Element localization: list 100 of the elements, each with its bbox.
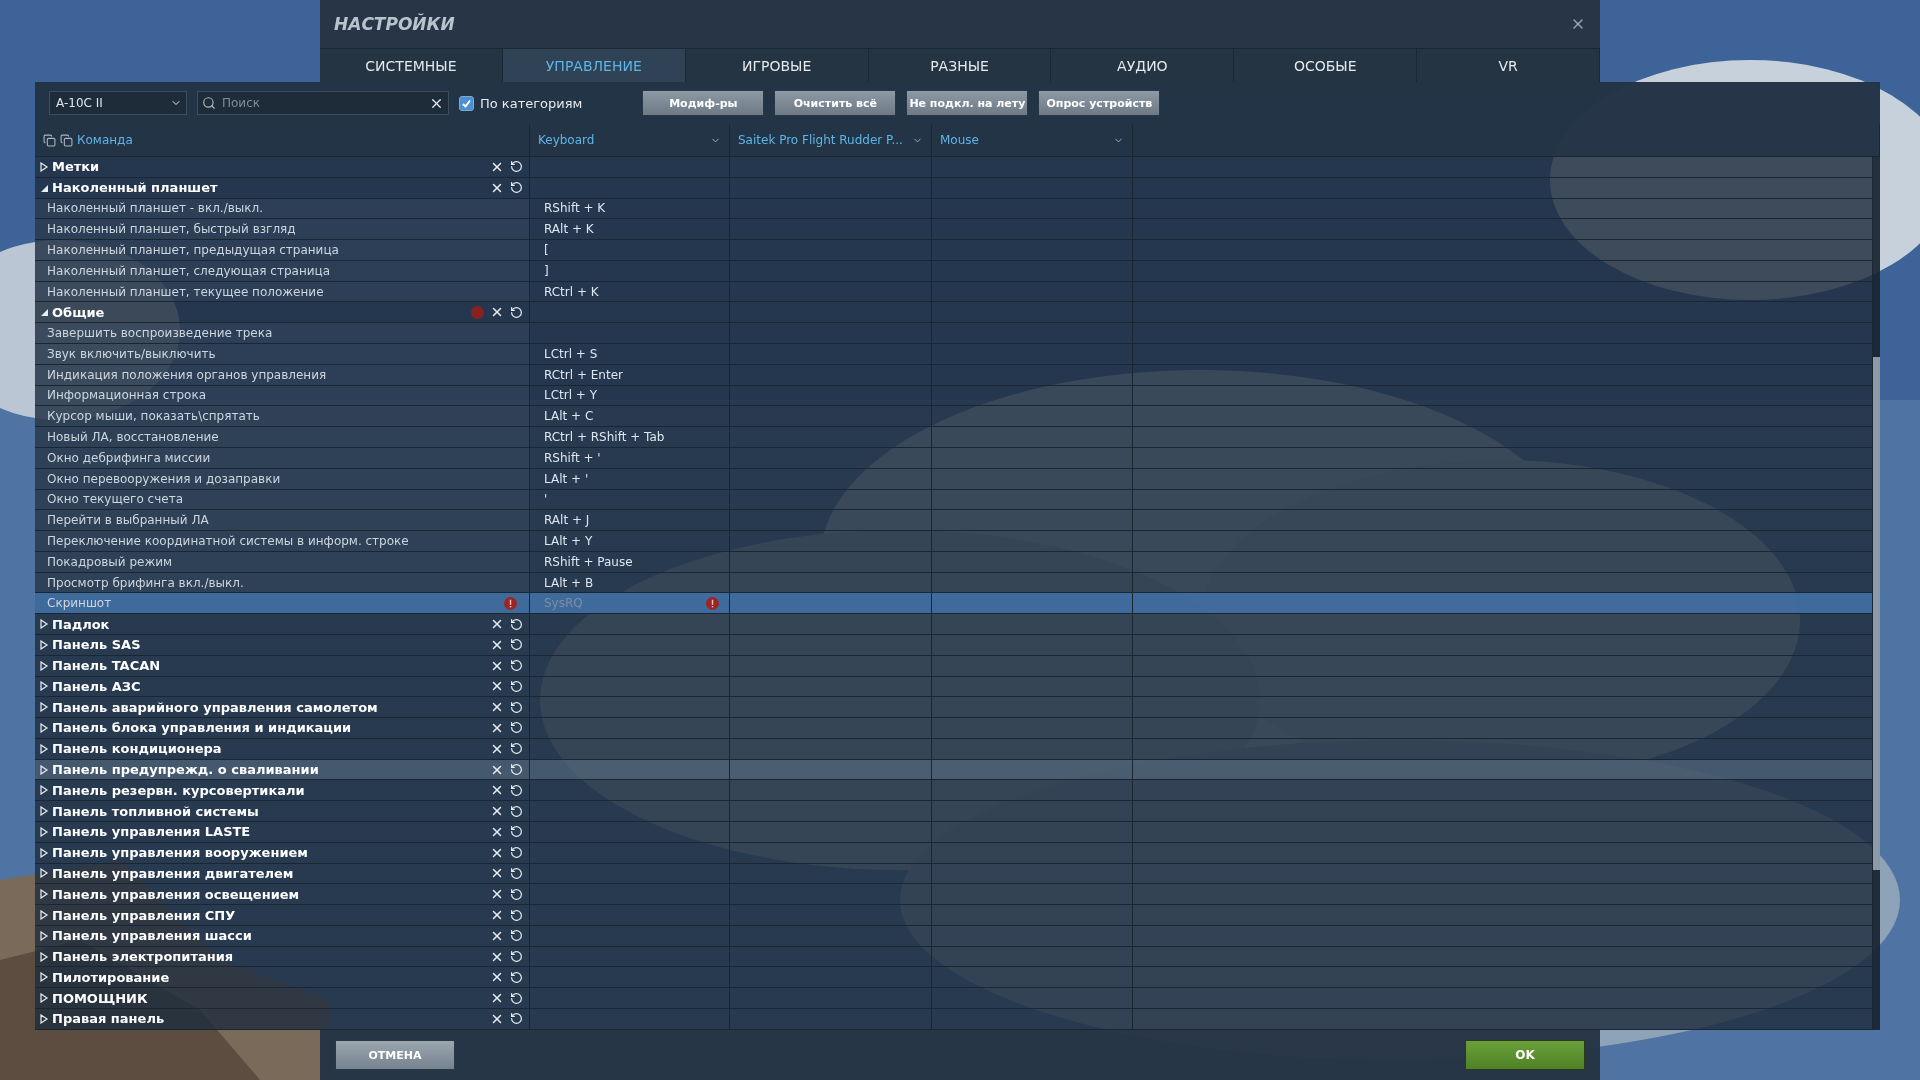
category-row[interactable]: Панель SAS bbox=[35, 634, 1873, 656]
clear-icon[interactable] bbox=[490, 908, 504, 922]
expand-arrow-icon[interactable] bbox=[39, 639, 49, 650]
column-header[interactable]: Mouse bbox=[940, 133, 1124, 147]
expand-arrow-icon[interactable] bbox=[39, 1013, 49, 1024]
reset-icon[interactable] bbox=[510, 181, 523, 195]
key-binding[interactable]: LAlt + B bbox=[544, 575, 594, 590]
toolbar-button[interactable]: Опрос устройств bbox=[1038, 90, 1161, 116]
key-binding[interactable]: RShift + Pause bbox=[544, 554, 633, 569]
tab[interactable]: АУДИО bbox=[1051, 49, 1235, 82]
reset-icon[interactable] bbox=[510, 305, 523, 319]
clear-icon[interactable] bbox=[490, 721, 504, 735]
category-row[interactable]: Панель управления LASTE bbox=[35, 822, 1873, 843]
key-binding[interactable]: LAlt + ' bbox=[544, 471, 589, 486]
reset-icon[interactable] bbox=[510, 742, 523, 756]
expand-all-icon[interactable] bbox=[43, 133, 56, 147]
category-row[interactable]: Панель АЗС bbox=[35, 676, 1873, 698]
search-field[interactable]: Поиск bbox=[220, 95, 425, 111]
key-binding[interactable]: RAlt + K bbox=[544, 222, 594, 237]
category-row[interactable]: Панель TACAN bbox=[35, 655, 1873, 677]
expand-arrow-icon[interactable] bbox=[39, 951, 49, 962]
tab[interactable]: ОСОБЫЕ bbox=[1234, 49, 1418, 82]
category-row[interactable]: Метки bbox=[35, 157, 1873, 178]
key-binding[interactable]: RShift + ' bbox=[544, 450, 601, 465]
tab[interactable]: РАЗНЫЕ bbox=[868, 49, 1052, 82]
expand-arrow-icon[interactable] bbox=[39, 660, 49, 671]
category-row[interactable]: ПОМОЩНИК bbox=[35, 988, 1873, 1010]
expand-arrow-icon[interactable] bbox=[39, 307, 49, 318]
reset-icon[interactable] bbox=[510, 950, 523, 964]
key-binding[interactable]: LCtrl + Y bbox=[544, 388, 598, 403]
category-row[interactable]: Панель аварийного управления самолетом bbox=[35, 697, 1873, 719]
command-row[interactable]: Новый ЛА, восстановление RCtrl + RShift + Tab bbox=[35, 427, 1873, 448]
expand-arrow-icon[interactable] bbox=[39, 743, 49, 754]
aircraft-dropdown[interactable]: A-10C II bbox=[49, 91, 187, 115]
expand-arrow-icon[interactable] bbox=[39, 806, 49, 817]
expand-arrow-icon[interactable] bbox=[39, 993, 49, 1004]
command-row[interactable]: Переключение координатной системы в информ. строке LAlt + Y bbox=[35, 531, 1873, 552]
tab[interactable]: ИГРОВЫЕ bbox=[685, 49, 869, 82]
command-row[interactable]: Скриншот SysRQ bbox=[35, 593, 1873, 615]
reset-icon[interactable] bbox=[510, 763, 523, 777]
reset-icon[interactable] bbox=[510, 1012, 523, 1026]
category-row[interactable]: Падлок bbox=[35, 614, 1873, 635]
expand-arrow-icon[interactable] bbox=[39, 764, 49, 775]
search-box[interactable]: Поиск bbox=[197, 91, 449, 115]
expand-arrow-icon[interactable] bbox=[39, 702, 49, 713]
reset-icon[interactable] bbox=[510, 783, 523, 797]
category-row[interactable]: Панель управления освещением bbox=[35, 884, 1873, 906]
category-row[interactable]: Панель топливной системы bbox=[35, 801, 1873, 822]
category-row[interactable]: Наколенный планшет bbox=[35, 177, 1873, 199]
key-binding[interactable]: RCtrl + RShift + Tab bbox=[544, 430, 665, 445]
command-row[interactable]: Окно дебрифинга миссии RShift + ' bbox=[35, 447, 1873, 469]
checkbox[interactable] bbox=[459, 95, 474, 111]
ok-button[interactable]: OK bbox=[1465, 1040, 1585, 1070]
reset-icon[interactable] bbox=[510, 659, 523, 673]
category-row[interactable]: Правая панель bbox=[35, 1009, 1873, 1030]
command-row[interactable]: Наколенный планшет, предыдущая страница [ bbox=[35, 240, 1873, 261]
category-row[interactable]: Панель предупрежд. о сваливании bbox=[35, 759, 1873, 781]
category-row[interactable]: Панель управления вооружением bbox=[35, 842, 1873, 864]
command-row[interactable]: Покадровый режим RShift + Pause bbox=[35, 551, 1873, 573]
key-binding[interactable]: [ bbox=[544, 243, 549, 257]
expand-arrow-icon[interactable] bbox=[39, 619, 49, 630]
reset-icon[interactable] bbox=[510, 908, 523, 922]
command-row[interactable]: Окно текущего счета ' bbox=[35, 489, 1873, 511]
expand-arrow-icon[interactable] bbox=[39, 723, 49, 733]
category-row[interactable]: Панель кондиционера bbox=[35, 738, 1873, 760]
command-row[interactable]: Наколенный планшет, быстрый взгляд RAlt + K bbox=[35, 219, 1873, 241]
category-row[interactable]: Панель блока управления и индикации bbox=[35, 718, 1873, 739]
expand-arrow-icon[interactable] bbox=[39, 161, 49, 172]
reset-icon[interactable] bbox=[510, 804, 523, 818]
category-row[interactable]: Общие bbox=[35, 302, 1873, 324]
expand-arrow-icon[interactable] bbox=[39, 826, 49, 837]
reset-icon[interactable] bbox=[510, 846, 523, 860]
command-row[interactable]: Информационная строка LCtrl + Y bbox=[35, 385, 1873, 407]
reset-icon[interactable] bbox=[510, 970, 523, 984]
category-row[interactable]: Панель резервн. курсовертикали bbox=[35, 780, 1873, 802]
tab[interactable]: УПРАВЛЕНИЕ bbox=[502, 49, 686, 82]
column-header[interactable]: Keyboard bbox=[538, 133, 721, 147]
reset-icon[interactable] bbox=[510, 825, 523, 839]
expand-arrow-icon[interactable] bbox=[39, 785, 49, 796]
reset-icon[interactable] bbox=[510, 679, 523, 693]
command-row[interactable]: Завершить воспроизведение трека bbox=[35, 323, 1873, 345]
command-row[interactable]: Перейти в выбранный ЛА RAlt + J bbox=[35, 510, 1873, 532]
category-row[interactable]: Панель электропитания bbox=[35, 946, 1873, 968]
column-header[interactable]: Saitek Pro Flight Rudder P... bbox=[738, 133, 923, 147]
tab[interactable]: VR bbox=[1417, 49, 1600, 82]
command-row[interactable]: Индикация положения органов управления RCtrl + Enter bbox=[35, 364, 1873, 386]
reset-icon[interactable] bbox=[510, 991, 523, 1005]
expand-arrow-icon[interactable] bbox=[39, 847, 49, 858]
tab[interactable]: СИСТЕМНЫЕ bbox=[320, 49, 503, 82]
category-row[interactable]: Панель управления двигателем bbox=[35, 863, 1873, 885]
command-row[interactable]: Курсор мыши, показать\спрятать LAlt + C bbox=[35, 406, 1873, 428]
key-binding[interactable]: RShift + K bbox=[544, 201, 606, 216]
category-row[interactable]: Панель управления СПУ bbox=[35, 905, 1873, 926]
key-binding[interactable]: LAlt + C bbox=[544, 409, 594, 424]
command-row[interactable]: Звук включить/выключить LCtrl + S bbox=[35, 344, 1873, 365]
collapse-all-icon[interactable] bbox=[60, 133, 73, 147]
toolbar-button[interactable]: Модиф-ры bbox=[642, 90, 765, 116]
reset-icon[interactable] bbox=[510, 866, 523, 880]
key-binding[interactable]: LAlt + Y bbox=[544, 533, 593, 548]
toolbar-button[interactable]: Очистить всё bbox=[774, 90, 897, 116]
